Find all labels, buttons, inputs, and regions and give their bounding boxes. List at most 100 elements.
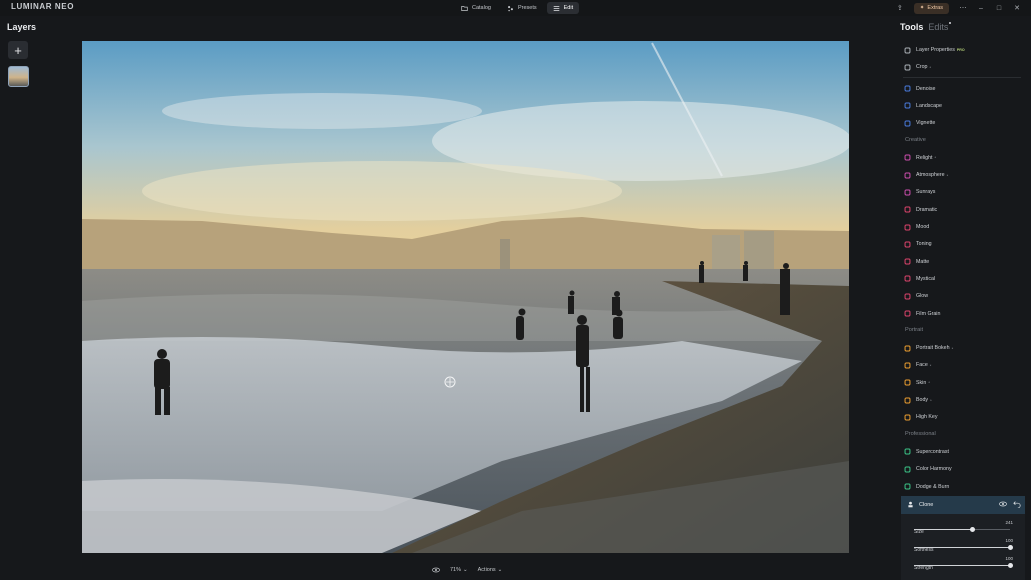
more-icon[interactable]: ⋯ [959, 4, 967, 12]
slider-fill [914, 565, 1010, 566]
tab-catalog[interactable]: Catalog [455, 2, 497, 14]
actions-label: Actions [477, 567, 496, 573]
folder-icon [461, 5, 468, 11]
photo-canvas[interactable] [82, 41, 849, 553]
share-icon[interactable]: ⇪ [896, 4, 904, 12]
layer-thumbnail[interactable] [8, 66, 29, 87]
tool-body[interactable]: Body * [904, 394, 1024, 406]
tool-portrait-bokeh[interactable]: Portrait Bokeh * [904, 342, 1024, 354]
tool-vignette[interactable]: Vignette [904, 117, 1024, 129]
supercontrast-icon [904, 448, 911, 455]
sunrays-icon [904, 189, 911, 196]
tool-landscape[interactable]: Landscape [904, 100, 1024, 112]
add-layer-button[interactable]: + [8, 41, 28, 59]
tool-dramatic[interactable]: Dramatic [904, 204, 1024, 216]
eye-icon[interactable] [999, 500, 1007, 508]
tab-tools[interactable]: Tools [900, 22, 923, 32]
tool-high-key[interactable]: High Key [904, 411, 1024, 423]
slider-track[interactable] [914, 545, 1013, 550]
tool-crop[interactable]: Crop * [904, 61, 1024, 73]
slider-strength[interactable]: Strength 100 [914, 556, 1013, 574]
tool-label: Color Harmony [916, 466, 952, 473]
reset-icon[interactable] [1013, 500, 1021, 508]
tab-edit[interactable]: Edit [546, 2, 580, 14]
tool-label: Supercontrast [916, 448, 949, 455]
clone-tool-header[interactable]: Clone [901, 496, 1025, 514]
ai-badge: * [929, 64, 932, 70]
minimize-icon[interactable]: – [977, 4, 985, 12]
slider-fill [914, 547, 1010, 548]
tool-label: Sunrays [916, 189, 936, 196]
tool-color-harmony[interactable]: Color Harmony [904, 463, 1024, 475]
tool-film-grain[interactable]: Film Grain [904, 308, 1024, 320]
tool-label: Body [916, 397, 929, 403]
tool-label: Skin [916, 379, 927, 386]
ai-badge: * [929, 362, 932, 368]
tab-presets-label: Presets [517, 5, 537, 11]
high-key-icon [904, 414, 911, 421]
section-professional: Professional [905, 430, 936, 437]
slider-track[interactable] [914, 527, 1010, 532]
extras-button[interactable]: ✦ Extras [913, 2, 949, 14]
tool-mood[interactable]: Mood [904, 221, 1024, 233]
tool-label: Mood [916, 224, 930, 230]
tool-label: Portrait Bokeh [916, 345, 950, 352]
tool-label: High Key [916, 414, 938, 421]
body-icon [904, 397, 911, 404]
clone-tool-panel: Clone Size 241 Softness 100 Strength 100 [901, 496, 1025, 580]
tool-mystical[interactable]: Mystical [904, 273, 1024, 285]
presets-icon [508, 5, 513, 11]
edits-indicator [949, 22, 952, 24]
preview-toggle[interactable] [432, 567, 440, 573]
slider-value: 241 [1005, 520, 1013, 525]
slider-softness[interactable]: Softness 100 [914, 538, 1013, 556]
clone-tool-label: Clone [919, 502, 934, 508]
tool-atmosphere[interactable]: Atmosphere * [904, 169, 1024, 181]
section-creative: Creative [905, 136, 926, 143]
close-icon[interactable]: ✕ [1013, 4, 1021, 12]
tool-dodge-burn[interactable]: Dodge & Burn [904, 481, 1024, 493]
face-icon [904, 362, 911, 369]
tool-supercontrast[interactable]: Supercontrast [904, 446, 1024, 458]
clone-stamp-icon [907, 501, 914, 510]
tab-presets[interactable]: Presets [501, 2, 543, 14]
tool-matte[interactable]: Matte [904, 256, 1024, 268]
zoom-value: 71% [450, 567, 462, 573]
tool-label: Landscape [916, 102, 942, 109]
ai-badge: * [934, 155, 937, 161]
tool-label: Relight [916, 154, 933, 161]
window-controls: ⇪ ✦ Extras ⋯ – □ ✕ [896, 2, 1021, 14]
title-bar: LUMINAR NEO Catalog Presets Edit ⇪ ✦ Ext… [0, 0, 1031, 16]
tools-panel: Tools Edits Layer Properties PRO Crop * Deno… [897, 16, 1031, 580]
crop-icon [904, 64, 911, 71]
tool-face[interactable]: Face * [904, 359, 1024, 371]
color-harmony-icon [904, 466, 911, 473]
tab-edits-label: Edits [928, 22, 949, 32]
zoom-dropdown[interactable]: 71% ⌄ [450, 567, 468, 573]
mode-switcher: Catalog Presets Edit [455, 2, 580, 14]
tool-label: Face [916, 362, 928, 369]
tool-relight[interactable]: Relight * [904, 152, 1024, 164]
tool-label: Vignette [916, 120, 936, 127]
slider-size[interactable]: Size 241 [914, 520, 1013, 538]
tab-catalog-label: Catalog [472, 5, 491, 11]
relight-icon [904, 154, 911, 161]
slider-knob[interactable] [1007, 563, 1013, 568]
slider-knob[interactable] [970, 527, 976, 532]
actions-dropdown[interactable]: Actions ⌄ [478, 567, 503, 573]
tool-sunrays[interactable]: Sunrays [904, 186, 1024, 198]
maximize-icon[interactable]: □ [995, 4, 1003, 12]
slider-value: 100 [1005, 556, 1013, 561]
tool-layer-properties[interactable]: Layer Properties PRO [904, 44, 1024, 56]
tab-edits[interactable]: Edits [928, 22, 952, 32]
tool-toning[interactable]: Toning [904, 238, 1024, 250]
app-logo: LUMINAR NEO [11, 2, 75, 11]
slider-knob[interactable] [1007, 545, 1013, 550]
tool-skin[interactable]: Skin * [904, 377, 1024, 389]
slider-fill [914, 529, 973, 530]
slider-track[interactable] [914, 563, 1013, 568]
tool-denoise[interactable]: Denoise [904, 83, 1024, 95]
extras-icon: ✦ [919, 5, 925, 11]
tool-glow[interactable]: Glow [904, 290, 1024, 302]
chevron-down-icon: ⌄ [463, 567, 468, 573]
